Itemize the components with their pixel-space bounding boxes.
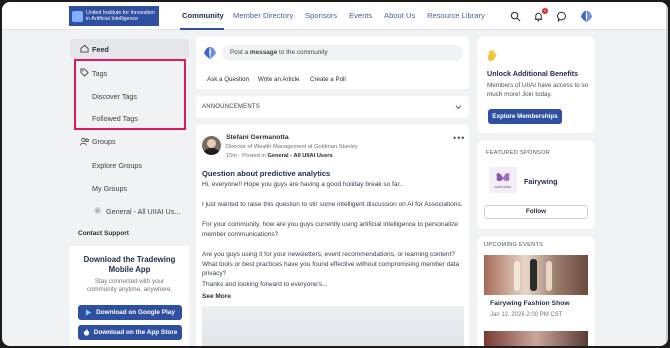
post-paragraph-4: Are you guys using it for your newslette… — [202, 251, 460, 277]
tab-resource-library[interactable]: Resource Library — [427, 11, 485, 20]
follow-sponsor-button[interactable]: Follow — [484, 205, 588, 219]
post-paragraph-1: Hi, everyone!! Hope you guys are having … — [202, 181, 403, 188]
sponsor-logo[interactable]: FAIRYWING — [489, 167, 517, 193]
post-meta: 15m · Posted in General - All UIIAI User… — [226, 153, 333, 159]
explore-memberships-button[interactable]: Explore Memberships — [488, 109, 562, 124]
active-tab-indicator — [180, 28, 224, 30]
promo-title: Download the Tradewing Mobile App — [83, 255, 176, 274]
butterfly-icon — [496, 173, 510, 182]
top-navigation: United Institute for Innovation in Artif… — [2, 2, 668, 30]
sidebar-item-explore-groups[interactable]: Explore Groups — [92, 161, 142, 170]
google-play-icon — [85, 309, 92, 316]
sponsor-name[interactable]: Fairywing — [524, 177, 558, 186]
post-paragraph-3: For your community, how are you guys cur… — [202, 221, 459, 238]
chevron-down-icon[interactable] — [455, 104, 462, 110]
sidebar-item-general-group[interactable]: General - All UIIAI Us... — [106, 207, 180, 216]
composer-bold: message — [249, 49, 278, 56]
sidebar-item-feed-label: Feed — [92, 45, 109, 54]
group-avatar-icon: G — [94, 207, 101, 214]
event-title[interactable]: Fairywing Fashion Show — [490, 300, 570, 307]
post-group-link[interactable]: General - All UIIAI Users — [267, 153, 332, 159]
post-author-role: Director of Wealth Management at Goldman… — [226, 144, 358, 150]
app-store-label: Download on the App Store — [93, 329, 178, 336]
google-play-label: Download on Google Play — [96, 309, 175, 316]
mobile-app-promo: Download the Tradewing Mobile App Stay c… — [70, 246, 189, 346]
highlight-box — [74, 59, 186, 130]
benefits-text: Members of UIIAI have access to so much … — [487, 82, 589, 99]
search-icon[interactable] — [510, 11, 521, 22]
post-image[interactable] — [202, 306, 464, 346]
app-store-button[interactable]: Download on the App Store — [78, 325, 182, 340]
sponsor-logo-text: FAIRYWING — [494, 185, 512, 189]
tab-member-directory[interactable]: Member Directory — [233, 11, 293, 20]
notification-badge: 1 — [542, 8, 548, 14]
post-time: 15m · Posted in — [226, 153, 268, 159]
post-title: Question about predictive analytics — [202, 169, 331, 178]
announcements-label: ANNOUNCEMENTS — [202, 104, 260, 110]
tab-sponsors[interactable]: Sponsors — [305, 11, 337, 20]
event-date: Jan 12, 2026 2:00 PM CST — [490, 312, 563, 318]
post-input[interactable]: Post a message to the community — [222, 45, 463, 61]
featured-sponsor-caption: FEATURED SPONSOR — [486, 150, 551, 156]
tab-events[interactable]: Events — [349, 11, 372, 20]
ask-question-button[interactable]: Ask a Question — [207, 76, 249, 83]
composer-avatar-icon — [204, 47, 216, 59]
create-poll-button[interactable]: Create a Poll — [310, 76, 346, 83]
tab-community[interactable]: Community — [182, 11, 224, 20]
org-logo[interactable]: United Institute for Innovation in Artif… — [69, 6, 159, 26]
event-image[interactable] — [484, 255, 588, 295]
org-name: United Institute for Innovation in Artif… — [86, 10, 155, 22]
groups-icon — [80, 137, 89, 146]
more-options-icon[interactable]: ••• — [453, 133, 465, 143]
composer-suffix: to the community — [277, 49, 328, 56]
see-more-link[interactable]: See More — [202, 293, 231, 300]
event-image-2[interactable] — [484, 331, 588, 346]
benefits-title: Unlock Additional Benefits — [487, 69, 579, 78]
upcoming-events-caption: UPCOMING EVENTS — [484, 242, 544, 248]
promo-text: Stay connected with your community anyti… — [86, 278, 173, 293]
author-avatar[interactable] — [202, 136, 221, 155]
post-paragraph-5: Thanks and looking forward to everyone's… — [202, 281, 328, 288]
scrollbar[interactable] — [666, 2, 668, 346]
app-window: United Institute for Innovation in Artif… — [2, 2, 668, 346]
org-avatar-icon[interactable] — [579, 9, 594, 24]
post-author[interactable]: Stefani Germanotta — [226, 134, 289, 141]
google-play-button[interactable]: Download on Google Play — [78, 305, 182, 320]
tab-about-us[interactable]: About Us — [384, 11, 415, 20]
apple-icon — [83, 329, 89, 336]
sidebar-item-my-groups[interactable]: My Groups — [92, 184, 127, 193]
chat-icon[interactable] — [557, 11, 568, 22]
contact-support-link[interactable]: Contact Support — [78, 230, 129, 237]
logo-mark-icon — [72, 10, 83, 22]
composer-prefix: Post a — [230, 49, 250, 56]
post-paragraph-2: I just wanted to raise this question to … — [202, 201, 463, 208]
home-icon — [80, 44, 89, 53]
sidebar-item-groups[interactable]: Groups — [92, 137, 116, 146]
write-article-button[interactable]: Write an Article — [258, 76, 300, 83]
hand-wave-icon — [487, 49, 497, 62]
